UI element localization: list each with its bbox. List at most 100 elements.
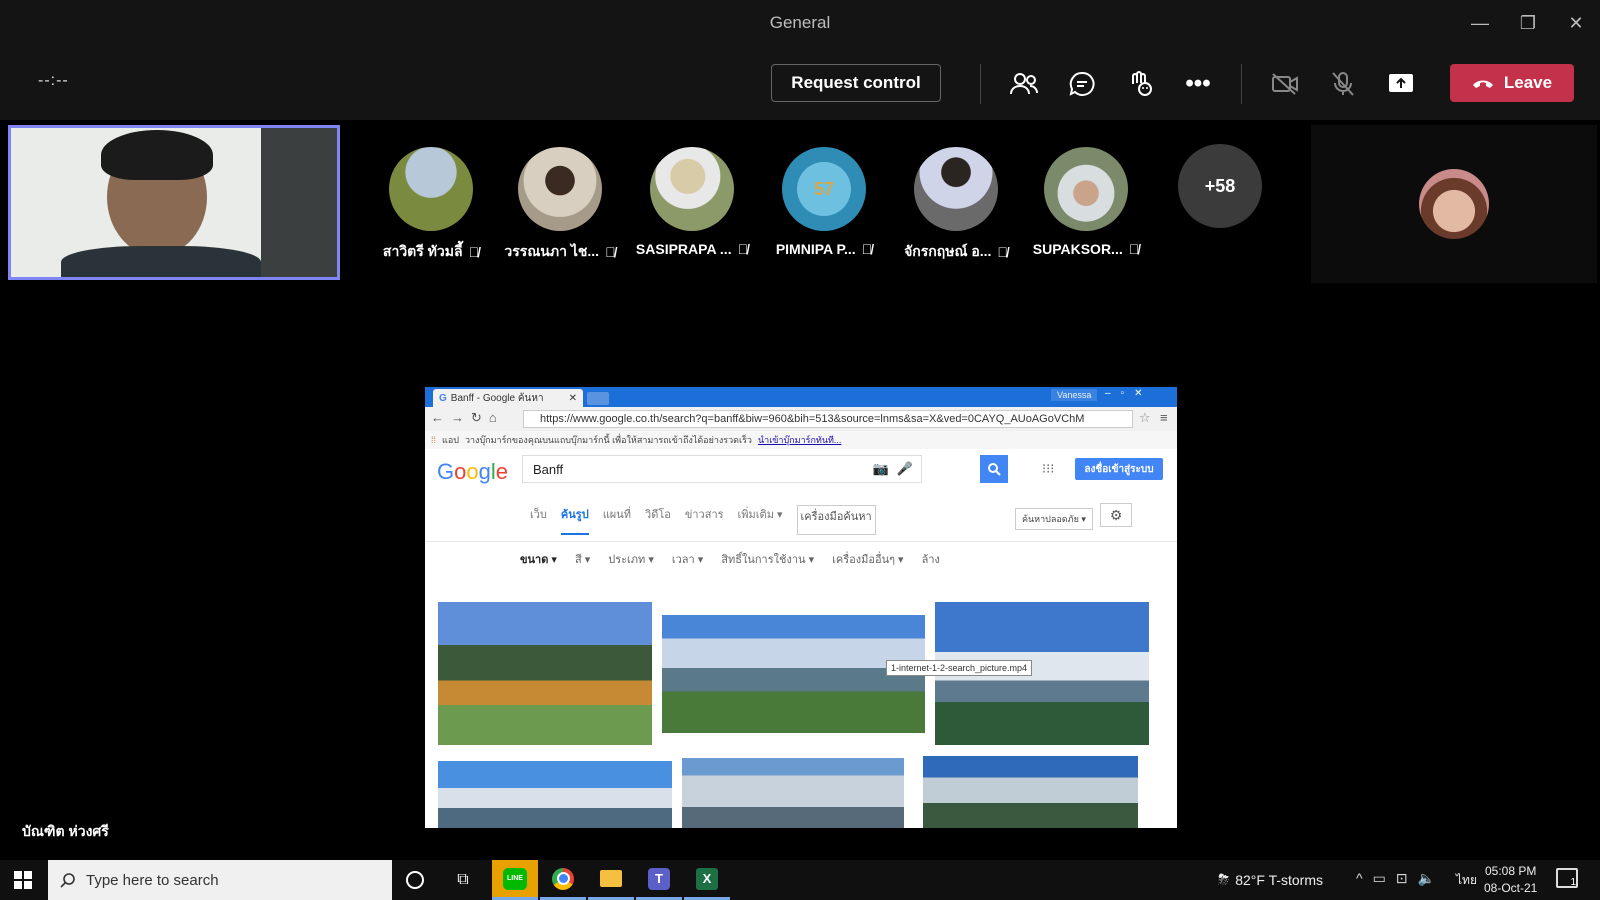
camera-off-icon[interactable] <box>1267 66 1303 102</box>
line-app-icon[interactable]: LINE <box>492 860 538 900</box>
image-result[interactable] <box>923 756 1138 828</box>
video-background-dark <box>261 128 337 277</box>
filter-time[interactable]: เวลา ▾ <box>672 550 703 568</box>
chrome-app-icon[interactable] <box>540 860 586 900</box>
muted-mic-icon: 🎙̸ <box>1128 241 1140 257</box>
clock-date: 08-Oct-21 <box>1484 881 1538 895</box>
participant-tile[interactable]: สาวิตรี ทัวมลี้ 🎙̸ <box>366 147 496 263</box>
system-tray-icons[interactable]: ^▭⊡🔈 <box>1356 870 1445 887</box>
google-logo[interactable]: Google <box>437 459 508 485</box>
filter-size[interactable]: ขนาด ▾ <box>520 550 557 568</box>
presenter-video-tile[interactable] <box>8 125 340 280</box>
minimize-button[interactable]: — <box>1462 8 1498 38</box>
participant-tile[interactable]: 57 PIMNIPA P... 🎙̸ <box>759 147 889 257</box>
filter-clear[interactable]: ล้าง <box>922 550 940 568</box>
window-title: General <box>769 13 831 32</box>
filter-type[interactable]: ประเภท ▾ <box>608 550 654 568</box>
participant-name: SASIPRAPA ... 🎙̸ <box>635 241 749 257</box>
tab-images[interactable]: ค้นรูป <box>560 505 589 535</box>
image-result[interactable] <box>682 758 904 828</box>
participant-tile[interactable]: SUPAKSOR... 🎙̸ <box>1021 147 1151 257</box>
filter-usage-rights[interactable]: สิทธิ์ในการใช้งาน ▾ <box>721 550 814 568</box>
participant-tile[interactable]: SASIPRAPA ... 🎙̸ <box>627 147 757 257</box>
tab-close-icon[interactable]: ✕ <box>569 393 577 404</box>
notifications-icon[interactable]: 1 <box>1556 868 1578 888</box>
language-indicator[interactable]: ไทย <box>1456 871 1477 890</box>
file-explorer-icon[interactable] <box>588 860 634 900</box>
new-tab-button[interactable] <box>587 392 609 405</box>
toolbar-divider <box>1241 64 1242 104</box>
safesearch-dropdown[interactable]: ค้นหาปลอดภัย ▾ <box>1015 508 1093 530</box>
tab-videos[interactable]: วิดีโอ <box>645 505 671 535</box>
filter-more-tools[interactable]: เครื่องมืออื่นๆ ▾ <box>832 550 903 568</box>
settings-gear-icon[interactable]: ⚙ <box>1100 503 1132 527</box>
taskbar-search-input[interactable]: Type here to search <box>48 860 392 900</box>
restore-button[interactable]: ❐ <box>1510 8 1546 38</box>
cortana-icon[interactable] <box>392 860 438 900</box>
google-apps-icon[interactable]: ⁝⁝⁝ <box>1042 461 1054 477</box>
share-screen-icon[interactable] <box>1383 66 1419 102</box>
browser-window-controls[interactable]: –▫✕ <box>1105 388 1153 399</box>
presenter-name: บัณฑิต ห่วงศรี <box>22 823 109 839</box>
mic-off-icon[interactable] <box>1325 66 1361 102</box>
browser-toolbar: ←→↻⌂ https://www.google.co.th/search?q=b… <box>425 407 1177 431</box>
muted-mic-icon: 🎙̸ <box>737 241 749 257</box>
image-result[interactable] <box>438 602 652 745</box>
participant-tile[interactable]: จักรกฤษณ์ อ... 🎙̸ <box>891 147 1021 263</box>
hair-shape <box>101 130 213 180</box>
participant-name: วรรณนภา ไช... 🎙̸ <box>504 243 616 260</box>
google-favicon-icon: G <box>439 392 447 404</box>
participant-name: PIMNIPA P... 🎙̸ <box>775 241 873 257</box>
nav-buttons[interactable]: ←→↻⌂ <box>431 410 504 426</box>
file-tooltip: 1-internet-1-2-search_picture.mp4 <box>886 660 1033 676</box>
avatar <box>650 147 734 231</box>
participant-video-tile[interactable] <box>1311 125 1597 283</box>
voice-search-icon[interactable]: 🎤 <box>897 461 913 477</box>
more-participants-button[interactable]: +58 <box>1178 144 1262 228</box>
reactions-icon[interactable] <box>1122 66 1158 102</box>
participants-icon[interactable] <box>1006 66 1042 102</box>
bookmarks-bar: ⁞⁞ แอป วางบุ๊กมาร์กของคุณบนแถบบุ๊กมาร์กน… <box>425 431 1177 449</box>
teams-app-icon[interactable]: T <box>636 860 682 900</box>
phone-hangup-icon <box>1472 80 1493 88</box>
search-icon <box>988 463 1001 476</box>
apps-grid-icon[interactable]: ⁞⁞ <box>431 435 436 445</box>
chat-icon[interactable] <box>1064 66 1100 102</box>
muted-mic-icon: 🎙̸ <box>605 244 616 260</box>
taskbar-clock[interactable]: 05:08 PM 08-Oct-21 <box>1484 863 1537 897</box>
tab-web[interactable]: เว็บ <box>530 505 547 535</box>
task-view-icon[interactable]: ⧉ <box>440 860 486 900</box>
participant-name: SUPAKSOR... 🎙̸ <box>1032 241 1140 257</box>
close-button[interactable]: ✕ <box>1558 8 1594 38</box>
excel-app-icon[interactable]: X <box>684 860 730 900</box>
tab-news[interactable]: ข่าวสาร <box>685 505 724 535</box>
bookmark-star-icon[interactable]: ☆ <box>1139 410 1151 426</box>
browser-tab[interactable]: G Banff - Google ค้นหา ✕ <box>433 389 583 407</box>
more-actions-icon[interactable]: ••• <box>1180 66 1216 102</box>
search-tools-button[interactable]: เครื่องมือค้นหา <box>796 505 876 535</box>
shared-screen: G Banff - Google ค้นหา ✕ Vanessa –▫✕ ←→↻… <box>425 387 1177 828</box>
google-search-input[interactable]: Banff 📷 🎤 <box>522 455 922 483</box>
avatar: 57 <box>782 147 866 231</box>
request-control-button[interactable]: Request control <box>771 64 941 102</box>
muted-mic-icon: 🎙̸ <box>468 244 480 260</box>
browser-menu-icon[interactable]: ≡ <box>1160 410 1168 425</box>
signin-button[interactable]: ลงชื่อเข้าสู่ระบบ <box>1075 458 1163 480</box>
camera-search-icon[interactable]: 📷 <box>873 461 889 477</box>
filter-color[interactable]: สี ▾ <box>575 550 590 568</box>
windows-start-icon[interactable] <box>0 860 46 900</box>
tab-more[interactable]: เพิ่มเติม ▾ <box>738 505 783 535</box>
avatar <box>518 147 602 231</box>
toolbar-divider <box>980 64 981 104</box>
meeting-toolbar: --:-- Request control ••• Leave <box>0 46 1600 120</box>
leave-button[interactable]: Leave <box>1450 64 1574 102</box>
participant-tile[interactable]: วรรณนภา ไช... 🎙̸ <box>495 147 625 263</box>
address-bar[interactable]: https://www.google.co.th/search?q=banff&… <box>523 410 1133 428</box>
weather-widget[interactable]: ⛈ 82°F T-storms <box>1218 871 1323 888</box>
search-tabs: เว็บ ค้นรูป แผนที่ วิดีโอ ข่าวสาร เพิ่มเ… <box>530 505 876 535</box>
search-button[interactable] <box>980 455 1008 483</box>
avatar <box>389 147 473 231</box>
divider <box>425 541 1177 542</box>
tab-maps[interactable]: แผนที่ <box>603 505 631 535</box>
image-result[interactable] <box>438 761 672 828</box>
